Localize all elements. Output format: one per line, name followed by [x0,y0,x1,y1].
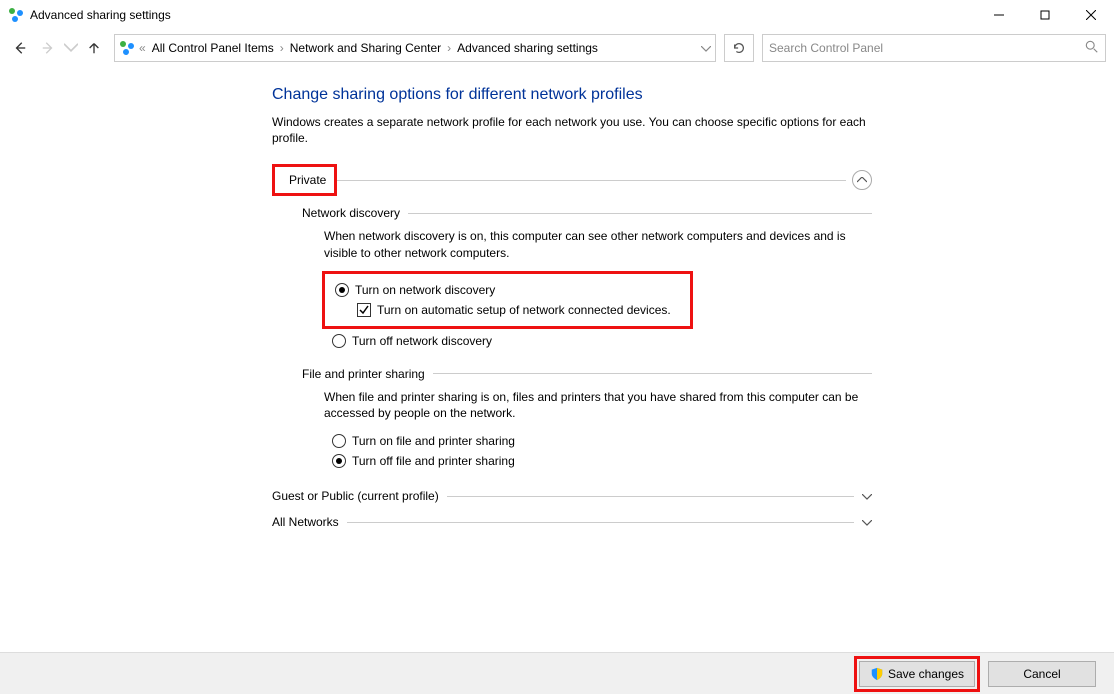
footer: Save changes Cancel [0,652,1114,694]
save-label: Save changes [888,667,964,681]
breadcrumb[interactable]: « All Control Panel Items › Network and … [114,34,716,62]
radio-turn-on-sharing[interactable]: Turn on file and printer sharing [332,431,872,451]
close-button[interactable] [1068,0,1114,30]
divider [347,522,854,523]
section-private-label: Private [272,164,337,196]
save-button[interactable]: Save changes [859,661,975,687]
radio-label: Turn off file and printer sharing [352,454,515,468]
chevron-down-icon[interactable] [862,515,872,529]
section-guest-label: Guest or Public (current profile) [272,489,439,503]
checkbox-label: Turn on automatic setup of network conne… [377,303,671,317]
network-icon [8,7,24,23]
highlighted-options: Turn on network discovery Turn on automa… [322,271,693,329]
section-all-header[interactable]: All Networks [272,515,872,529]
radio-icon [332,454,346,468]
search-input[interactable]: Search Control Panel [762,34,1106,62]
chevron-up-icon[interactable] [852,170,872,190]
search-icon [1085,40,1099,57]
radio-turn-off-discovery[interactable]: Turn off network discovery [332,331,872,351]
radio-turn-on-discovery[interactable]: Turn on network discovery [335,280,680,300]
file-printer-desc: When file and printer sharing is on, fil… [324,389,872,421]
subsection-network-discovery: Network discovery When network discovery… [302,206,872,350]
cancel-button[interactable]: Cancel [988,661,1096,687]
section-all-label: All Networks [272,515,339,529]
radio-icon [332,434,346,448]
divider [337,180,846,181]
breadcrumb-item[interactable]: Network and Sharing Center [286,41,445,55]
divider [408,213,872,214]
page-title: Change sharing options for different net… [272,86,872,104]
save-highlight: Save changes [854,656,980,692]
shield-icon [870,667,884,681]
checkbox-auto-setup[interactable]: Turn on automatic setup of network conne… [357,300,680,320]
maximize-button[interactable] [1022,0,1068,30]
refresh-button[interactable] [724,34,754,62]
divider [447,496,854,497]
section-guest-header[interactable]: Guest or Public (current profile) [272,489,872,503]
titlebar: Advanced sharing settings [0,0,1114,30]
network-icon [119,40,135,56]
network-discovery-desc: When network discovery is on, this compu… [324,228,872,260]
checkbox-icon [357,303,371,317]
forward-button[interactable] [36,36,60,60]
breadcrumb-prefix: « [137,41,148,55]
up-button[interactable] [82,36,106,60]
back-button[interactable] [8,36,32,60]
subsection-file-printer: File and printer sharing When file and p… [302,367,872,471]
window-title: Advanced sharing settings [30,8,171,22]
cancel-label: Cancel [1023,667,1060,681]
search-placeholder: Search Control Panel [769,41,883,55]
minimize-button[interactable] [976,0,1022,30]
radio-turn-off-sharing[interactable]: Turn off file and printer sharing [332,451,872,471]
radio-label: Turn on file and printer sharing [352,434,515,448]
radio-icon [332,334,346,348]
divider [433,373,872,374]
page-description: Windows creates a separate network profi… [272,114,872,146]
navbar: « All Control Panel Items › Network and … [0,30,1114,66]
chevron-down-icon[interactable] [862,489,872,503]
radio-label: Turn on network discovery [355,283,495,297]
radio-icon [335,283,349,297]
chevron-down-icon[interactable] [701,41,711,55]
breadcrumb-item[interactable]: Advanced sharing settings [453,41,602,55]
breadcrumb-item[interactable]: All Control Panel Items [148,41,278,55]
chevron-right-icon: › [278,41,286,55]
radio-label: Turn off network discovery [352,334,492,348]
file-printer-header: File and printer sharing [302,367,425,381]
chevron-right-icon: › [445,41,453,55]
history-dropdown-button[interactable] [64,36,78,60]
section-private-header[interactable]: Private [272,164,872,196]
content-area: Change sharing options for different net… [0,66,872,529]
network-discovery-header: Network discovery [302,206,400,220]
